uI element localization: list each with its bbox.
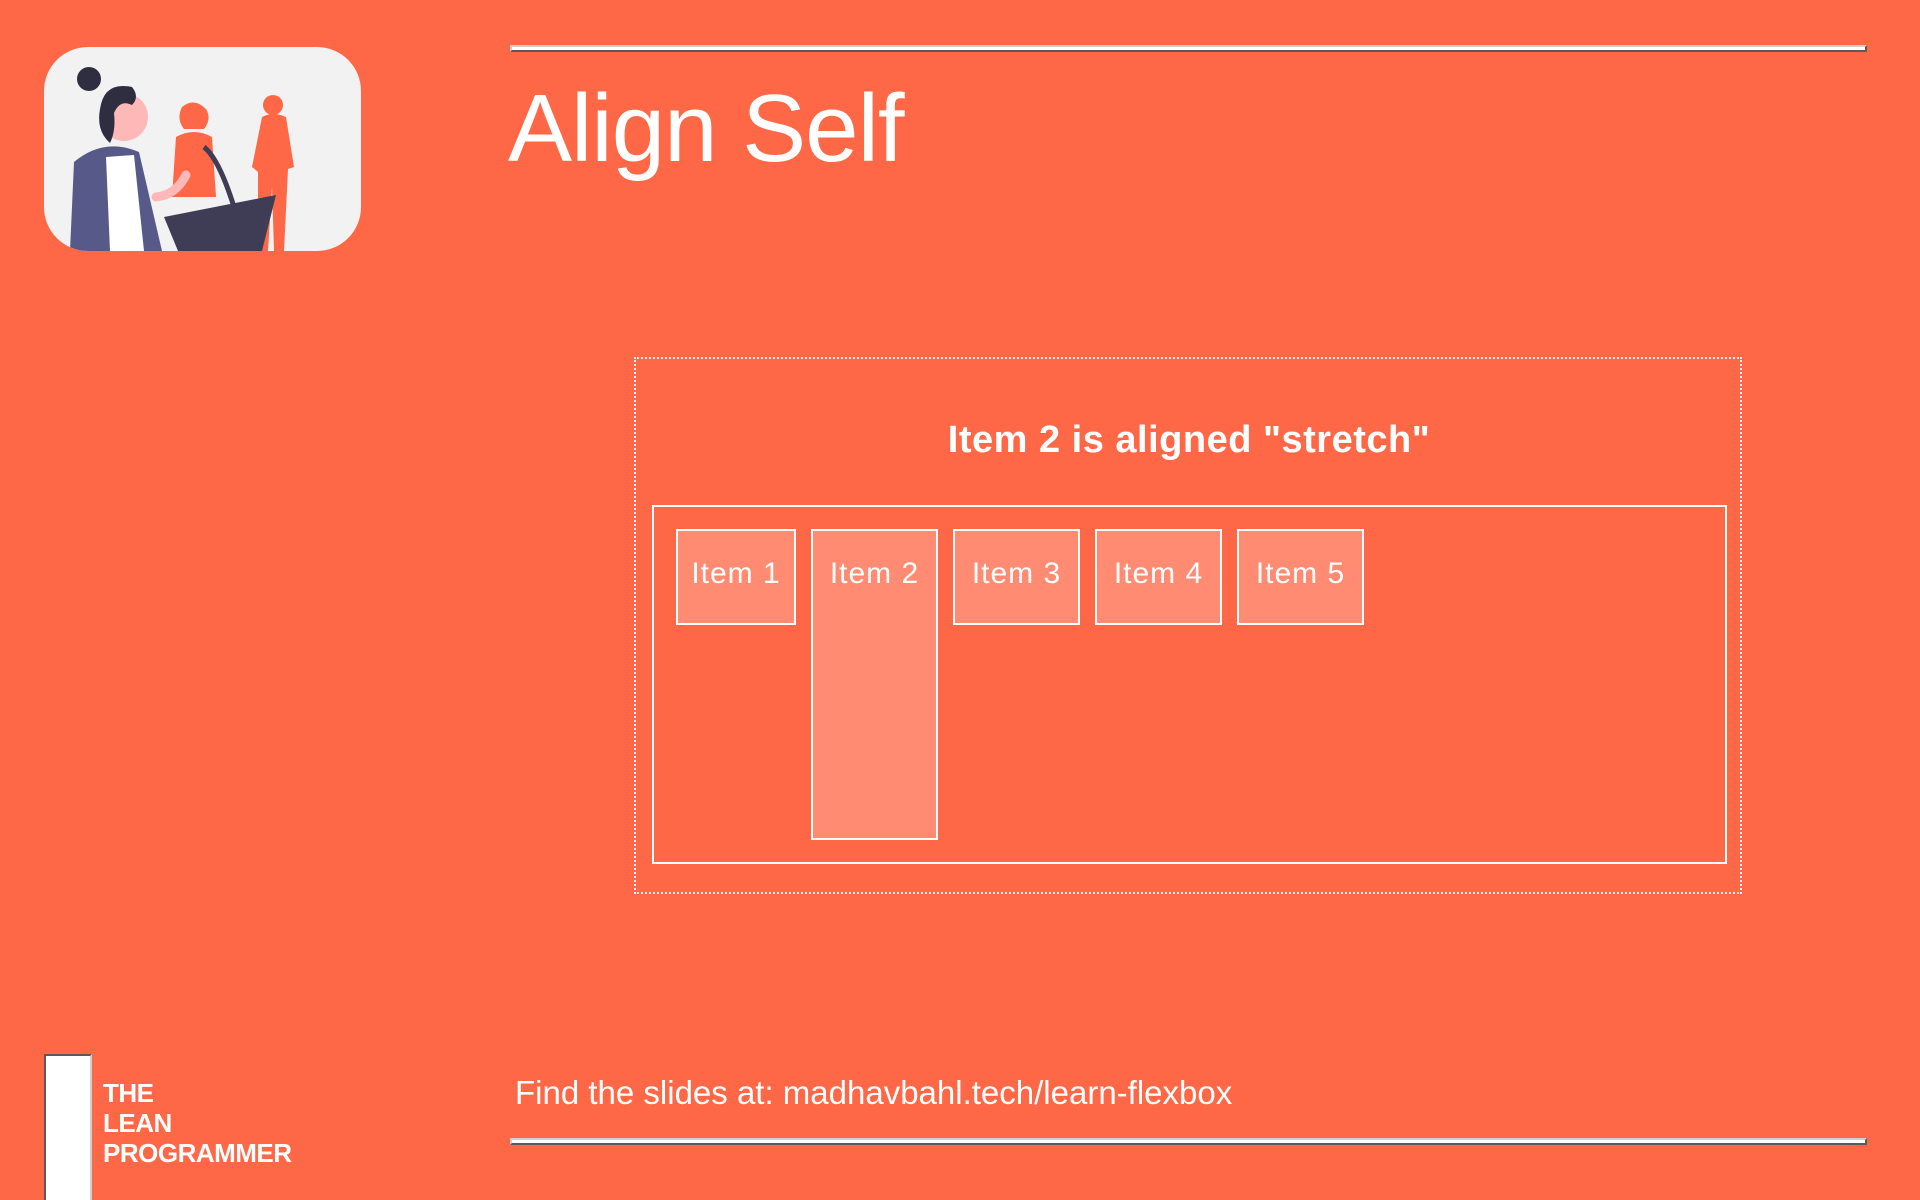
top-divider	[510, 45, 1867, 52]
brand-line-1: THE	[103, 1078, 154, 1108]
demo-caption: Item 2 is aligned "stretch"	[947, 419, 1431, 461]
flex-item-1: Item 1	[676, 529, 796, 625]
flex-item-4: Item 4	[1095, 529, 1222, 625]
demo-frame: Item 2 is aligned "stretch" Item 1 Item …	[634, 357, 1742, 894]
flex-item-2: Item 2	[811, 529, 938, 840]
brand-line-3: PROGRAMMER	[103, 1138, 292, 1168]
brand-logo-text: THE LEAN PROGRAMMER	[103, 1078, 292, 1168]
bottom-divider	[510, 1138, 1867, 1145]
brand-line-2: LEAN	[103, 1108, 172, 1138]
flex-item-3: Item 3	[953, 529, 1080, 625]
flex-container: Item 1 Item 2 Item 3 Item 4 Item 5	[652, 505, 1727, 864]
brand-bar	[44, 1054, 92, 1200]
presenter-illustration	[44, 47, 361, 251]
slide-title: Align Self	[508, 75, 905, 182]
slides-link-text: Find the slides at: madhavbahl.tech/lear…	[515, 1074, 1233, 1111]
flex-item-5: Item 5	[1237, 529, 1364, 625]
